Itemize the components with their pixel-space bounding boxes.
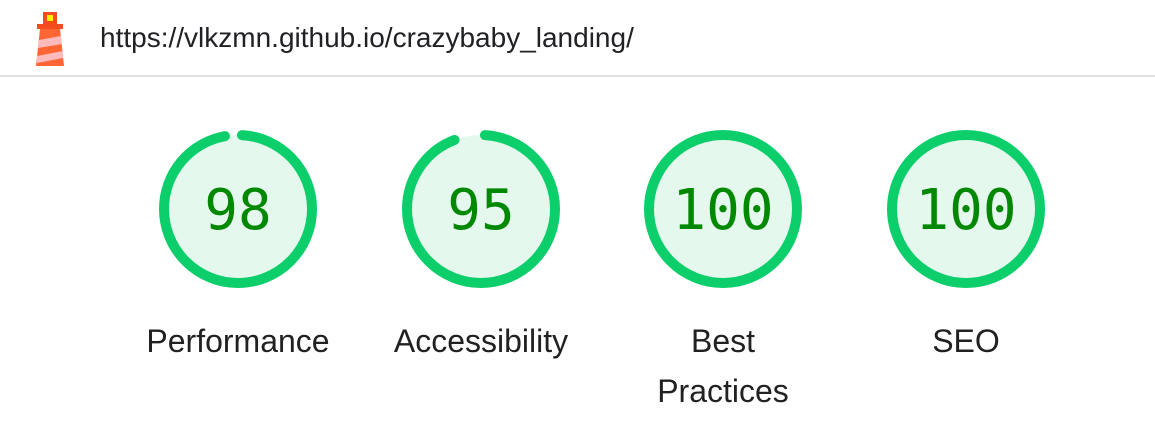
gauge-ring: 100 [887,130,1045,288]
report-header: https://vlkzmn.github.io/crazybaby_landi… [0,0,1155,77]
page-url[interactable]: https://vlkzmn.github.io/crazybaby_landi… [100,20,634,56]
gauge-label: Accessibility [393,323,569,359]
gauge-score: 98 [204,178,271,243]
gauge-score: 100 [915,178,1016,243]
gauge-ring: 95 [402,130,560,288]
gauge-label: Performance [146,323,330,359]
gauge-accessibility[interactable]: 95 Accessibility [371,126,591,366]
gauge-performance[interactable]: 98 Performance [128,126,348,366]
gauge-score: 95 [447,178,514,243]
gauge-seo[interactable]: 100 SEO [856,126,1076,366]
gauge-ring: 100 [644,130,802,288]
gauge-label: Best Practices [657,323,789,409]
lighthouse-icon [36,12,64,66]
gauge-score: 100 [672,178,773,243]
gauge-best-practices[interactable]: 100 Best Practices [613,126,833,416]
gauge-label: SEO [932,323,1000,359]
gauge-ring: 98 [159,130,317,288]
score-gauges: 98 Performance 95 Accessibility 100 Best… [0,77,1155,444]
